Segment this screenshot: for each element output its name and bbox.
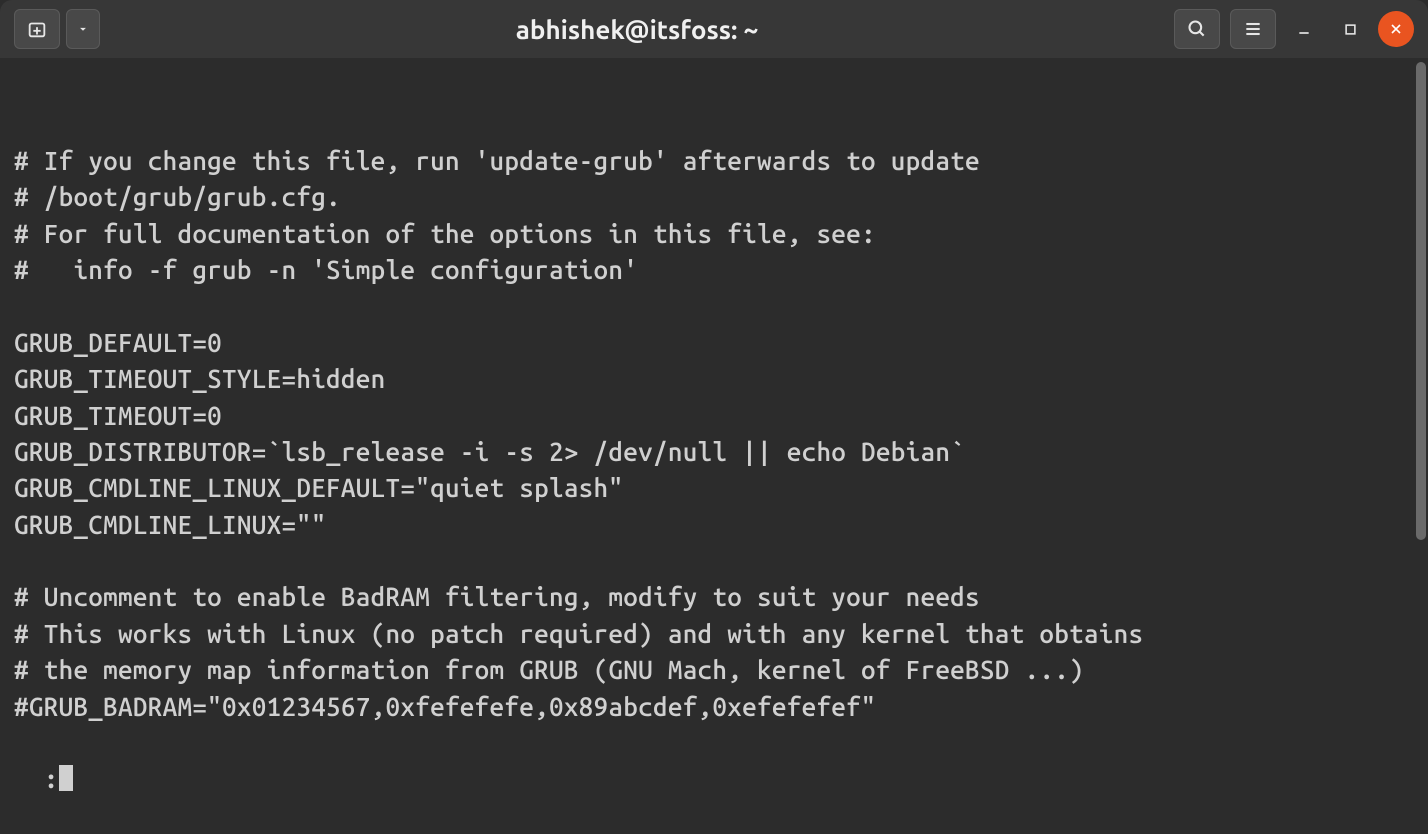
close-button[interactable]: [1378, 11, 1414, 47]
search-icon: [1187, 19, 1207, 39]
titlebar-left: [14, 9, 100, 49]
menu-button[interactable]: [1230, 9, 1276, 49]
terminal-line: # info -f grub -n 'Simple configuration': [14, 252, 1414, 288]
pager-prompt: :: [44, 764, 59, 793]
terminal-line: GRUB_DISTRIBUTOR=`lsb_release -i -s 2> /…: [14, 434, 1414, 470]
terminal-line: # /boot/grub/grub.cfg.: [14, 179, 1414, 215]
text-cursor: [59, 765, 73, 791]
tab-dropdown-button[interactable]: [66, 9, 100, 49]
new-tab-button[interactable]: [14, 9, 60, 49]
titlebar-right: [1174, 9, 1414, 49]
terminal-line: GRUB_TIMEOUT=0: [14, 398, 1414, 434]
new-tab-icon: [26, 18, 48, 40]
minimize-button[interactable]: [1286, 11, 1322, 47]
terminal-line: GRUB_DEFAULT=0: [14, 325, 1414, 361]
terminal-line: # the memory map information from GRUB (…: [14, 652, 1414, 688]
terminal-text: # If you change this file, run 'update-g…: [14, 143, 1414, 725]
maximize-button[interactable]: [1332, 11, 1368, 47]
titlebar: abhishek@itsfoss: ~: [0, 0, 1428, 58]
search-button[interactable]: [1174, 9, 1220, 49]
terminal-line: # Uncomment to enable BadRAM filtering, …: [14, 579, 1414, 615]
terminal-content[interactable]: # If you change this file, run 'update-g…: [0, 58, 1428, 782]
hamburger-icon: [1243, 19, 1263, 39]
terminal-line: GRUB_TIMEOUT_STYLE=hidden: [14, 361, 1414, 397]
terminal-line: [14, 288, 1414, 324]
terminal-line: #GRUB_BADRAM="0x01234567,0xfefefefe,0x89…: [14, 689, 1414, 725]
terminal-line: GRUB_CMDLINE_LINUX_DEFAULT="quiet splash…: [14, 470, 1414, 506]
close-icon: [1388, 21, 1404, 37]
terminal-line: [14, 543, 1414, 579]
window-title: abhishek@itsfoss: ~: [108, 15, 1166, 44]
chevron-down-icon: [76, 22, 90, 36]
terminal-line: GRUB_CMDLINE_LINUX="": [14, 507, 1414, 543]
maximize-icon: [1343, 22, 1358, 37]
terminal-line: # This works with Linux (no patch requir…: [14, 616, 1414, 652]
scrollbar-thumb[interactable]: [1416, 62, 1426, 540]
terminal-line: # If you change this file, run 'update-g…: [14, 143, 1414, 179]
minimize-icon: [1296, 21, 1312, 37]
terminal-line: # For full documentation of the options …: [14, 216, 1414, 252]
